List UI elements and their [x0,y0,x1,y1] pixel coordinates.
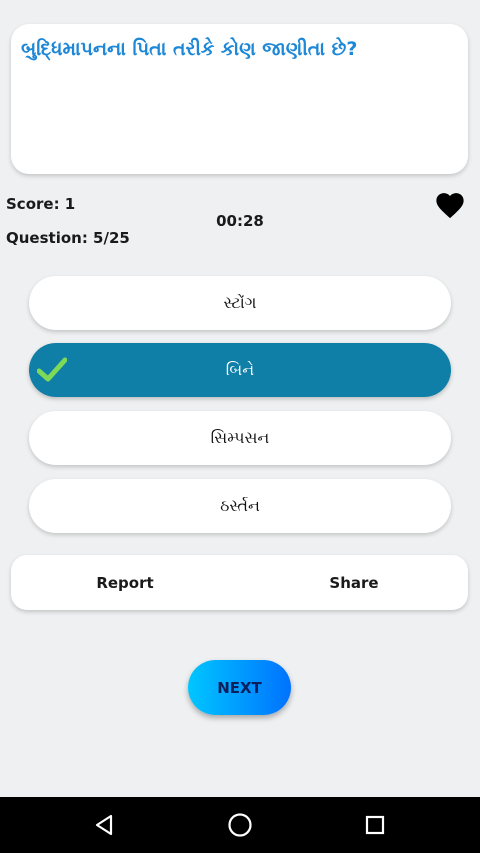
share-button[interactable]: Share [274,555,434,610]
option-label: ઠર્સ્તન [220,496,260,515]
recents-square-icon[interactable] [361,811,389,839]
option-1[interactable]: સ્ટોંગ [29,276,451,330]
question-text: બુદ્ધિમાપનના પિતા તરીકે કોણ જાણીતા છે? [21,38,358,60]
timer: 00:28 [216,212,264,230]
home-circle-icon[interactable] [226,811,254,839]
next-button[interactable]: NEXT [188,660,291,715]
score-label: Score: 1 [6,195,76,213]
option-label: બિને [225,360,255,379]
actions-card: Report Share [11,555,468,610]
option-3[interactable]: સિમ્પસન [29,411,451,465]
option-2-selected[interactable]: બિને [29,343,451,397]
question-card: બુદ્ધિમાપનના પિતા તરીકે કોણ જાણીતા છે? [11,24,468,174]
check-icon [37,357,67,382]
heart-icon[interactable] [433,189,467,219]
system-nav-bar [0,797,480,853]
report-button[interactable]: Report [45,555,205,610]
option-4[interactable]: ઠર્સ્તન [29,479,451,533]
option-label: સ્ટોંગ [223,293,257,312]
option-label: સિમ્પસન [210,428,270,447]
quiz-screen: બુદ્ધિમાપનના પિતા તરીકે કોણ જાણીતા છે? S… [0,0,480,853]
question-counter: Question: 5/25 [6,229,130,247]
back-triangle-icon[interactable] [91,811,119,839]
